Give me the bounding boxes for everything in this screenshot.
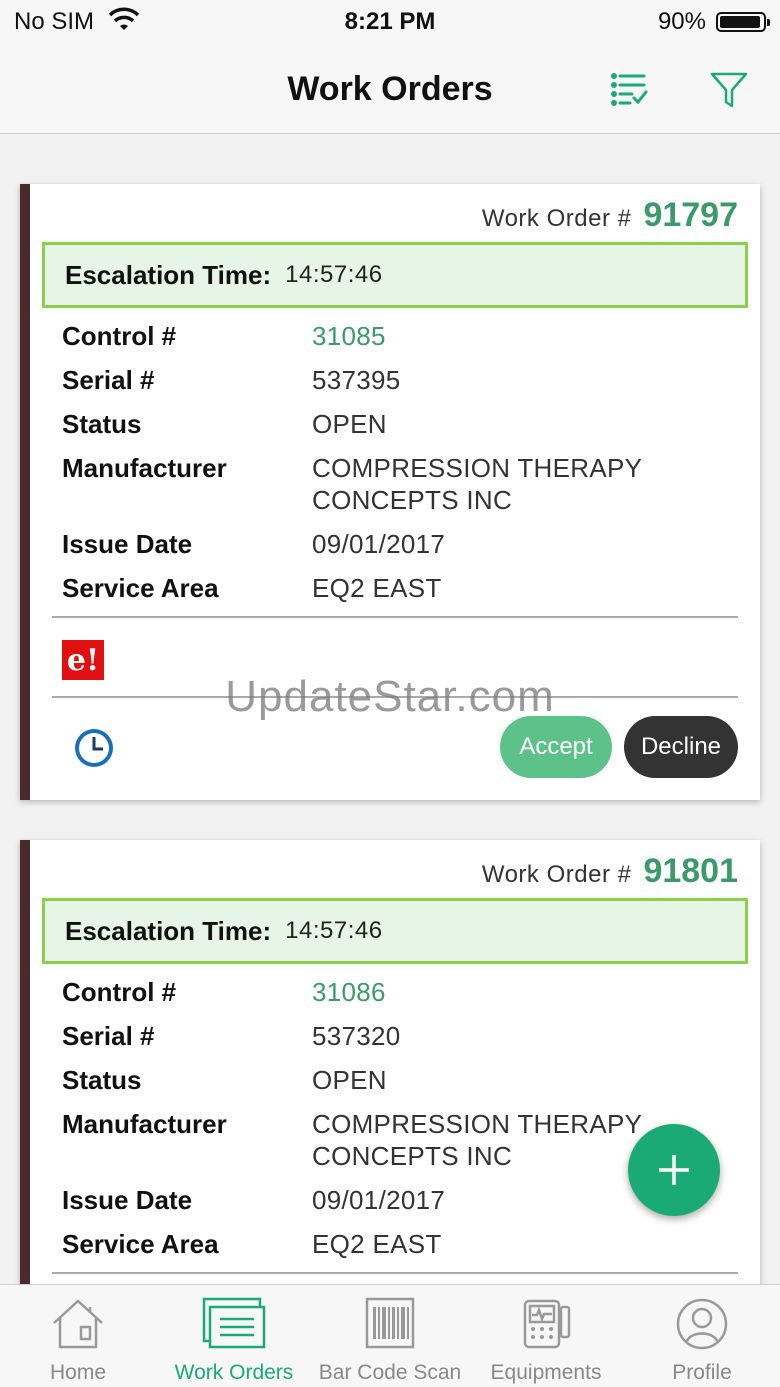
manufacturer-line: CONCEPTS INC xyxy=(312,1141,513,1171)
field-label: Serial # xyxy=(62,1021,155,1051)
tab-label: Equipments xyxy=(490,1361,602,1384)
manufacturer-line: COMPRESSION THERAPY xyxy=(312,453,643,483)
work-order-card[interactable]: Work Order # 91801 Escalation Time: 14:5… xyxy=(20,840,760,1300)
escalation-box: Escalation Time: 14:57:46 xyxy=(42,898,748,964)
escalation-label: Escalation Time: xyxy=(65,259,272,290)
field-manufacturer: Manufacturer COMPRESSION THERAPY CONCEPT… xyxy=(62,452,742,528)
tab-label: Work Orders xyxy=(174,1361,294,1384)
escalation-time: 14:57:46 xyxy=(285,261,383,288)
field-label: Control # xyxy=(62,321,177,351)
field-value: EQ2 EAST xyxy=(312,1229,442,1259)
field-serial: Serial # 537320 xyxy=(62,1020,742,1064)
field-label: Issue Date xyxy=(62,529,193,559)
field-service-area: Service Area EQ2 EAST xyxy=(62,1228,742,1272)
manufacturer-line: CONCEPTS INC xyxy=(312,485,513,515)
plus-icon xyxy=(659,1155,689,1185)
field-issue-date: Issue Date 09/01/2017 xyxy=(62,528,742,572)
battery-percent: 90% xyxy=(657,8,706,35)
add-work-order-button[interactable] xyxy=(628,1124,720,1216)
tab-profile[interactable]: Profile xyxy=(624,1285,780,1387)
field-label: Status xyxy=(62,1065,142,1095)
work-order-number: 91801 xyxy=(643,852,738,890)
field-value: EQ2 EAST xyxy=(312,573,442,603)
field-value: OPEN xyxy=(312,409,387,439)
field-value: 537395 xyxy=(312,365,401,395)
control-number-link[interactable]: 31085 xyxy=(312,320,742,364)
page-title: Work Orders xyxy=(287,70,493,108)
battery-icon xyxy=(716,12,770,32)
field-label: Service Area xyxy=(62,573,219,603)
field-control: Control # 31086 xyxy=(62,976,742,1020)
work-order-fields: Control # 31085 Serial # 537395 Status O… xyxy=(62,320,742,616)
nav-bar: Work Orders xyxy=(0,44,780,134)
control-number-link[interactable]: 31086 xyxy=(312,976,742,1020)
field-serial: Serial # 537395 xyxy=(62,364,742,408)
work-orders-icon xyxy=(202,1297,266,1349)
divider xyxy=(52,616,738,618)
tab-bar: Home Work Orders Bar Code Scan Equipment… xyxy=(0,1284,780,1387)
field-control: Control # 31085 xyxy=(62,320,742,364)
field-status: Status OPEN xyxy=(62,1064,742,1108)
field-value: 537320 xyxy=(312,1021,401,1051)
divider xyxy=(52,1272,738,1274)
field-label: Control # xyxy=(62,977,177,1007)
field-label: Status xyxy=(62,409,142,439)
work-order-label: Work Order # xyxy=(481,861,632,888)
field-value: OPEN xyxy=(312,1065,387,1095)
work-order-header: Work Order # 91801 xyxy=(482,852,738,891)
profile-icon xyxy=(676,1298,728,1350)
barcode-icon xyxy=(365,1297,415,1349)
tab-equipments[interactable]: Equipments xyxy=(468,1285,624,1387)
work-order-number: 91797 xyxy=(643,196,738,234)
tab-label: Bar Code Scan xyxy=(318,1361,462,1384)
accept-button[interactable]: Accept xyxy=(500,716,612,778)
escalation-time: 14:57:46 xyxy=(285,917,383,944)
clock-icon xyxy=(75,729,113,767)
field-label: Issue Date xyxy=(62,1185,193,1215)
filter-icon[interactable] xyxy=(708,68,750,110)
escalation-box: Escalation Time: 14:57:46 xyxy=(42,242,748,308)
watermark: UpdateStar.com xyxy=(225,672,555,721)
status-bar: No SIM 8:21 PM 90% xyxy=(0,0,780,44)
tab-home[interactable]: Home xyxy=(0,1285,156,1387)
field-service-area: Service Area EQ2 EAST xyxy=(62,572,742,616)
escalation-label: Escalation Time: xyxy=(65,915,272,946)
home-icon xyxy=(53,1299,103,1349)
work-order-header: Work Order # 91797 xyxy=(482,196,738,235)
equipment-icon xyxy=(523,1299,571,1349)
tab-work-orders[interactable]: Work Orders xyxy=(156,1285,312,1387)
field-label: Manufacturer xyxy=(62,453,227,483)
work-order-label: Work Order # xyxy=(481,205,632,232)
field-label: Service Area xyxy=(62,1229,219,1259)
tab-bar-code-scan[interactable]: Bar Code Scan xyxy=(312,1285,468,1387)
field-value: COMPRESSION THERAPY CONCEPTS INC xyxy=(312,452,742,528)
decline-button[interactable]: Decline xyxy=(624,716,738,778)
field-value: 09/01/2017 xyxy=(312,529,446,559)
manufacturer-line: COMPRESSION THERAPY xyxy=(312,1109,643,1139)
tab-label: Home xyxy=(49,1361,107,1384)
field-label: Manufacturer xyxy=(62,1109,227,1139)
field-label: Serial # xyxy=(62,365,155,395)
field-status: Status OPEN xyxy=(62,408,742,452)
work-order-fields: Control # 31086 Serial # 537320 Status O… xyxy=(62,976,742,1272)
checklist-icon[interactable] xyxy=(608,68,650,110)
tab-label: Profile xyxy=(672,1361,732,1384)
